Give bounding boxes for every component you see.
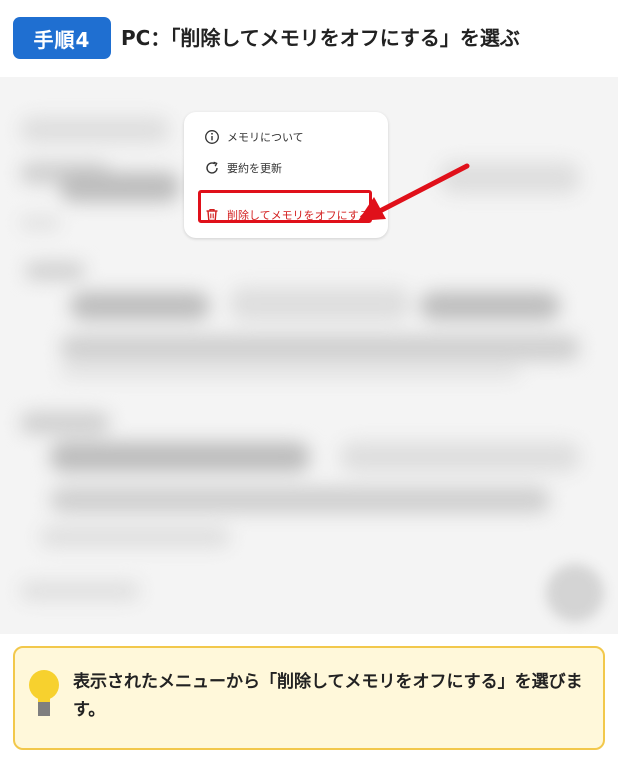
highlight-box (198, 190, 372, 223)
refresh-icon (206, 161, 218, 174)
info-icon (205, 130, 219, 144)
menu-item-label: 要約を更新 (227, 162, 282, 175)
menu-item-label: メモリについて (227, 131, 304, 144)
menu-item-update-summary[interactable]: 要約を更新 (204, 158, 282, 178)
blurred-screenshot: メモリについて 要約を更新 削除してメモリをオフにする (0, 77, 618, 634)
red-arrow-icon (358, 163, 470, 221)
note-text: 表示されたメニューから「削除してメモリをオフにする」を選びます。 (73, 672, 583, 720)
step-badge: 手順4 (13, 17, 111, 59)
lightbulb-icon (29, 670, 59, 716)
note-box: 表示されたメニューから「削除してメモリをオフにする」を選びます。 (13, 646, 605, 750)
step-header: 手順4 PC：「削除してメモリをオフにする」を選ぶ (0, 0, 618, 72)
menu-item-about-memory[interactable]: メモリについて (204, 127, 304, 147)
step-title: PC：「削除してメモリをオフにする」を選ぶ (121, 26, 520, 50)
floating-action-button (546, 564, 604, 622)
